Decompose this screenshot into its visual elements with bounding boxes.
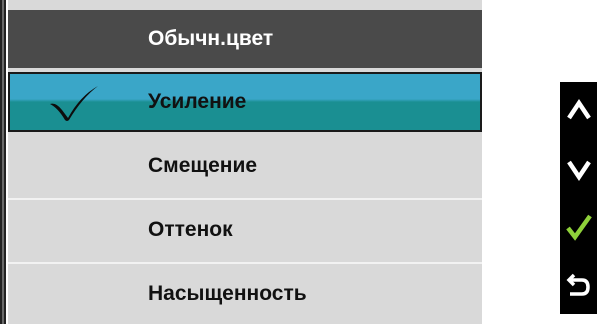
menu-item-hue[interactable]: Оттенок: [8, 200, 482, 260]
menu-item-offset[interactable]: Смещение: [8, 136, 482, 196]
confirm-button[interactable]: [560, 198, 597, 256]
osd-menu: Обычн.цвет Усиление Смещение Оттенок Нас…: [8, 0, 482, 324]
chevron-up-icon: [567, 98, 591, 120]
check-icon: [566, 214, 592, 241]
menu-item-label: Усиление: [148, 90, 247, 113]
menu-item-saturation[interactable]: Насыщенность: [8, 264, 482, 324]
menu-title: Обычн.цвет: [148, 27, 274, 50]
menu-item-label: Оттенок: [148, 218, 233, 241]
button-guide: [560, 82, 597, 314]
menu-item-label: Смещение: [148, 154, 258, 177]
osd-screen: Обычн.цвет Усиление Смещение Оттенок Нас…: [0, 0, 597, 324]
menu-item-gain[interactable]: Усиление: [8, 72, 482, 132]
up-button[interactable]: [560, 82, 597, 140]
back-icon: [566, 273, 590, 296]
back-button[interactable]: [560, 256, 597, 314]
bezel-highlight: [2, 0, 4, 324]
menu-item-label: Насыщенность: [148, 282, 307, 305]
menu-header: Обычн.цвет: [8, 10, 482, 68]
checkmark-icon: [50, 86, 98, 121]
down-button[interactable]: [560, 140, 597, 198]
chevron-down-icon: [567, 160, 591, 182]
monitor-bezel: [0, 0, 6, 324]
